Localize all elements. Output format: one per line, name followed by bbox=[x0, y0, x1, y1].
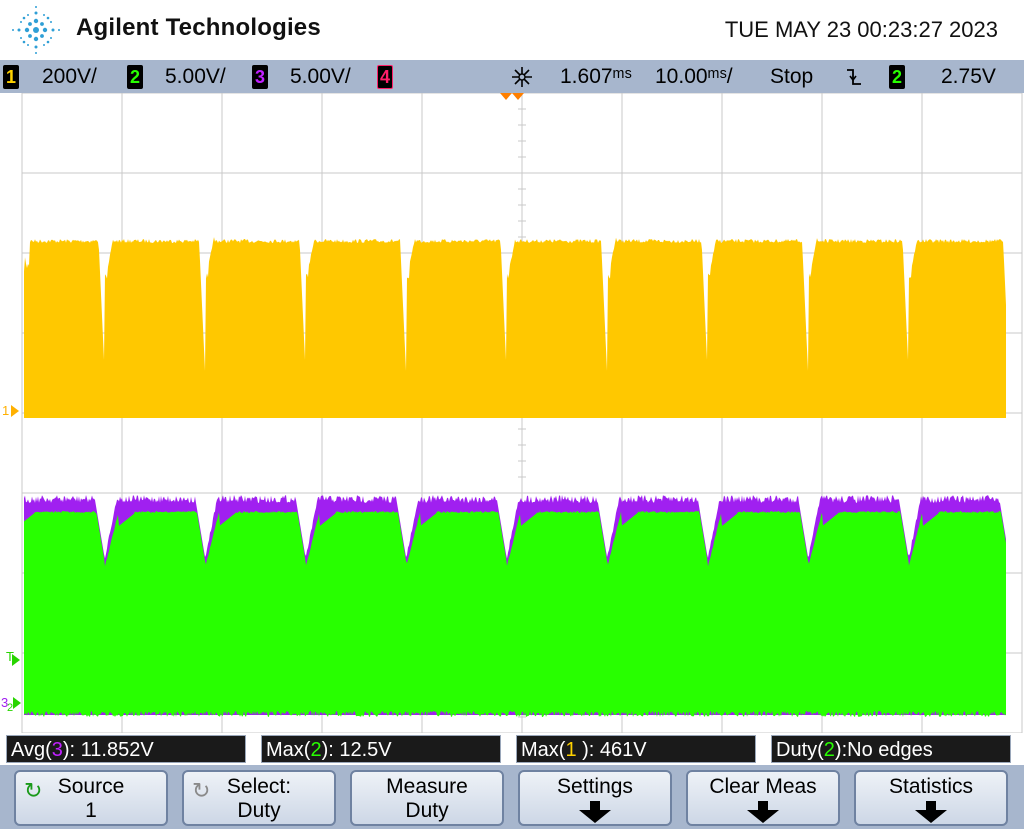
ch3-ch2-ground-marker: 3 2 bbox=[1, 695, 21, 714]
trigger-level-marker: T bbox=[6, 649, 20, 666]
brand-name: Agilent Technologies bbox=[76, 14, 321, 41]
softkey-bar: ↻ Source 1 ↻ Select: Duty Measure Duty S… bbox=[0, 765, 1024, 829]
down-arrow-icon bbox=[915, 801, 947, 823]
acquisition-mode-icon bbox=[512, 67, 532, 87]
measure-softkey[interactable]: Measure Duty bbox=[350, 770, 504, 826]
run-state: Stop bbox=[770, 65, 814, 88]
trigger-level: 2.75V bbox=[941, 65, 996, 88]
ch2-indicator[interactable]: 2 bbox=[127, 65, 143, 89]
ch3-scale: 5.00V/ bbox=[290, 65, 351, 88]
ch2-scale: 5.00V/ bbox=[165, 65, 226, 88]
waveform-display[interactable]: 1 T 3 2 bbox=[0, 93, 1024, 733]
down-arrow-icon bbox=[747, 801, 779, 823]
ch2-waveform bbox=[24, 511, 1006, 717]
horizontal-delay: 1.607ᵐˢ bbox=[560, 65, 632, 88]
measurement-avg-ch3: Avg(3): 11.852V bbox=[6, 735, 246, 763]
status-bar: 1 200V/ 2 5.00V/ 3 5.00V/ 4 1.607ᵐˢ 10.0… bbox=[0, 60, 1024, 93]
date-time: TUE MAY 23 00:23:27 2023 bbox=[724, 17, 998, 42]
timebase-scale: 10.00ᵐˢ/ bbox=[655, 65, 733, 88]
select-softkey[interactable]: ↻ Select: Duty bbox=[182, 770, 336, 826]
clear-meas-softkey[interactable]: Clear Meas bbox=[686, 770, 840, 826]
ch1-scale: 200V/ bbox=[42, 65, 97, 88]
trigger-source-indicator[interactable]: 2 bbox=[889, 65, 905, 89]
ch3-indicator[interactable]: 3 bbox=[252, 65, 268, 89]
ch1-marker-label: 1 bbox=[2, 403, 9, 418]
source-softkey[interactable]: ↻ Source 1 bbox=[14, 770, 168, 826]
ch4-indicator[interactable]: 4 bbox=[377, 65, 393, 89]
ch1-indicator[interactable]: 1 bbox=[3, 65, 19, 89]
settings-softkey[interactable]: Settings bbox=[518, 770, 672, 826]
falling-edge-icon bbox=[847, 69, 861, 85]
trigger-position-marker-icon bbox=[500, 93, 524, 100]
measurement-duty-ch2: Duty(2):No edges bbox=[771, 735, 1011, 763]
down-arrow-icon bbox=[579, 801, 611, 823]
measurement-max-ch1: Max(1 ): 461V bbox=[516, 735, 756, 763]
ch2-marker-label: 2 bbox=[7, 702, 13, 714]
statistics-softkey[interactable]: Statistics bbox=[854, 770, 1008, 826]
measurement-max-ch2: Max(2): 12.5V bbox=[261, 735, 501, 763]
agilent-spark-logo-icon bbox=[12, 6, 60, 54]
ch1-waveform bbox=[24, 237, 1006, 418]
waveform-canvas: 1 T 3 2 bbox=[1, 93, 1023, 733]
header: Agilent Technologies TUE MAY 23 00:23:27… bbox=[0, 0, 1024, 60]
ch1-ground-marker: 1 bbox=[2, 403, 19, 418]
